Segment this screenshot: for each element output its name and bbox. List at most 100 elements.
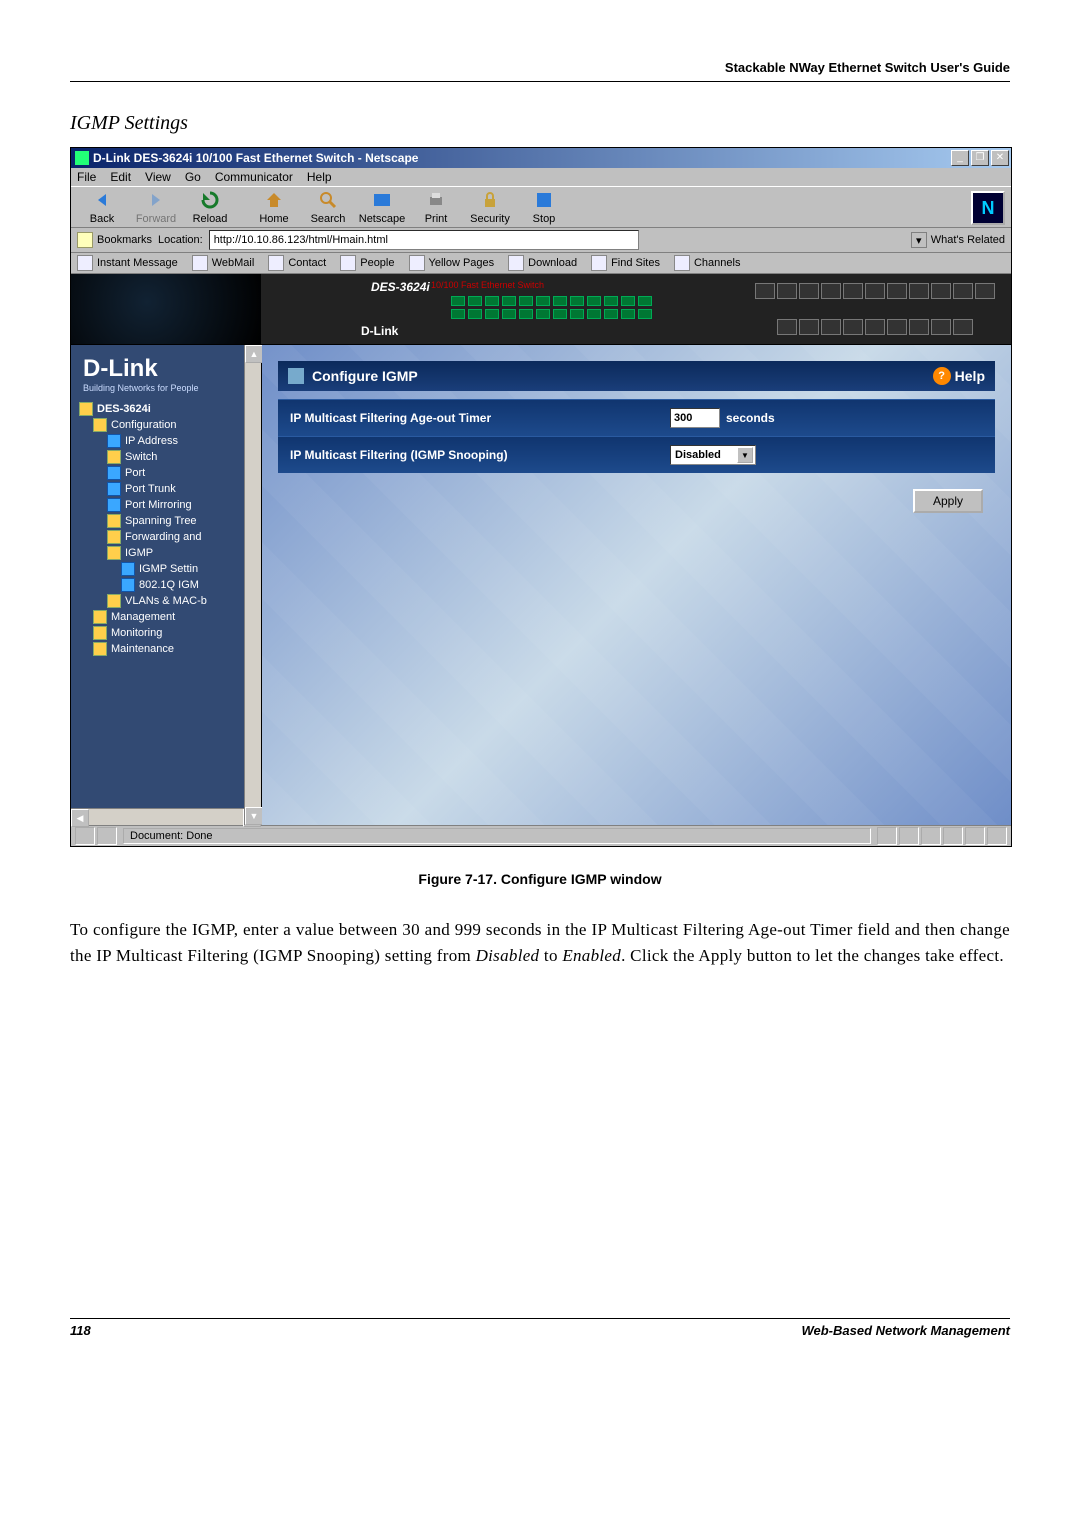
contact-icon [268,255,284,271]
people-link[interactable]: People [340,255,394,271]
netscape-button[interactable]: Netscape [357,189,407,225]
ageout-input[interactable]: 300 [670,408,720,428]
whats-related-button[interactable]: What's Related [931,234,1005,246]
security-button[interactable]: Security [465,189,515,225]
panel-icon [288,368,304,384]
component-icon[interactable] [921,827,941,845]
status-icon [75,827,95,845]
print-button[interactable]: Print [411,189,461,225]
people-icon [340,255,356,271]
scroll-up-button[interactable]: ▲ [245,345,263,363]
contact-link[interactable]: Contact [268,255,326,271]
maximize-button[interactable]: ❐ [971,150,989,166]
nav-tree: DES-3624i Configuration IP Address Switc… [71,395,261,808]
back-icon [91,189,113,211]
panel-title: Configure IGMP [312,368,418,384]
instant-message-link[interactable]: Instant Message [77,255,178,271]
search-button[interactable]: Search [303,189,353,225]
ageout-row: IP Multicast Filtering Age-out Timer 300… [278,399,995,436]
personal-bar: Instant Message WebMail Contact People Y… [71,253,1011,274]
home-button[interactable]: Home [249,189,299,225]
help-icon: ? [933,367,951,385]
find-sites-link[interactable]: Find Sites [591,255,660,271]
folder-icon [79,402,93,416]
apply-button[interactable]: Apply [913,489,983,513]
status-bar: Document: Done [71,825,1011,846]
page-icon [121,578,135,592]
tree-forwarding[interactable]: Forwarding and [79,529,261,545]
back-button[interactable]: Back [77,189,127,225]
tree-root[interactable]: DES-3624i [79,401,261,417]
location-input[interactable]: http://10.10.86.123/html/Hmain.html [209,230,639,250]
tree-igmp-settings[interactable]: IGMP Settin [79,561,261,577]
download-link[interactable]: Download [508,255,577,271]
menu-view[interactable]: View [145,170,171,184]
component-icon[interactable] [987,827,1007,845]
pages-icon [409,255,425,271]
window-titlebar: D-Link DES-3624i 10/100 Fast Ethernet Sw… [71,148,1011,168]
sidebar-tagline: Building Networks for People [83,383,253,393]
tree-monitoring[interactable]: Monitoring [79,625,261,641]
reload-button[interactable]: Reload [185,189,235,225]
minimize-button[interactable]: _ [951,150,969,166]
bookmarks-button[interactable]: Bookmarks [77,232,152,248]
device-ports [739,274,1011,345]
body-paragraph: To configure the IGMP, enter a value bet… [70,917,1010,970]
tree-port-trunk[interactable]: Port Trunk [79,481,261,497]
folder-icon [107,530,121,544]
menu-edit[interactable]: Edit [110,170,131,184]
status-icon [97,827,117,845]
menubar: File Edit View Go Communicator Help [71,168,1011,186]
status-text: Document: Done [123,828,871,844]
component-icon[interactable] [877,827,897,845]
lock-icon [479,189,501,211]
webmail-link[interactable]: WebMail [192,255,255,271]
tree-ip-address[interactable]: IP Address [79,433,261,449]
tree-maintenance[interactable]: Maintenance [79,641,261,657]
channels-link[interactable]: Channels [674,255,740,271]
tree-management[interactable]: Management [79,609,261,625]
sidebar-scrollbar-horizontal[interactable]: ◀ ▶ [71,808,261,825]
section-title: IGMP Settings [70,112,1010,135]
tree-configuration[interactable]: Configuration [79,417,261,433]
chevron-down-icon: ▼ [737,447,753,463]
mail-icon [192,255,208,271]
folder-icon [107,514,121,528]
tree-switch[interactable]: Switch [79,449,261,465]
menu-file[interactable]: File [77,170,96,184]
scroll-down-button[interactable]: ▼ [245,807,263,825]
component-icon[interactable] [899,827,919,845]
page-icon [107,466,121,480]
tree-igmp[interactable]: IGMP [79,545,261,561]
footer-title: Web-Based Network Management [801,1323,1010,1338]
component-icon[interactable] [965,827,985,845]
channels-icon [674,255,690,271]
tree-port[interactable]: Port [79,465,261,481]
stop-button[interactable]: Stop [519,189,569,225]
screenshot-window: D-Link DES-3624i 10/100 Fast Ethernet Sw… [70,147,1012,847]
menu-communicator[interactable]: Communicator [215,170,293,184]
snooping-select[interactable]: Disabled ▼ [670,445,756,465]
yellow-pages-link[interactable]: Yellow Pages [409,255,495,271]
scroll-left-button[interactable]: ◀ [71,809,89,827]
home-icon [263,189,285,211]
component-icon[interactable] [943,827,963,845]
header-guide-title: Stackable NWay Ethernet Switch User's Gu… [70,60,1010,75]
tree-spanning-tree[interactable]: Spanning Tree [79,513,261,529]
folder-icon [93,418,107,432]
netscape-logo: N [971,191,1005,225]
menu-go[interactable]: Go [185,170,201,184]
menu-help[interactable]: Help [307,170,332,184]
close-button[interactable]: ✕ [991,150,1009,166]
device-banner: DES-3624i 10/100 Fast Ethernet Switch D-… [71,274,1011,345]
snooping-row: IP Multicast Filtering (IGMP Snooping) D… [278,436,995,473]
tree-port-mirroring[interactable]: Port Mirroring [79,497,261,513]
tree-vlans-mac[interactable]: VLANs & MAC-b [79,593,261,609]
tree-8021q-igmp[interactable]: 802.1Q IGM [79,577,261,593]
forward-button[interactable]: Forward [131,189,181,225]
sidebar-scrollbar-vertical[interactable]: ▲ ▼ [244,345,261,825]
help-button[interactable]: ?Help [933,367,985,385]
page-icon [107,498,121,512]
forward-icon [145,189,167,211]
location-dropdown[interactable]: ▾ [911,232,927,248]
